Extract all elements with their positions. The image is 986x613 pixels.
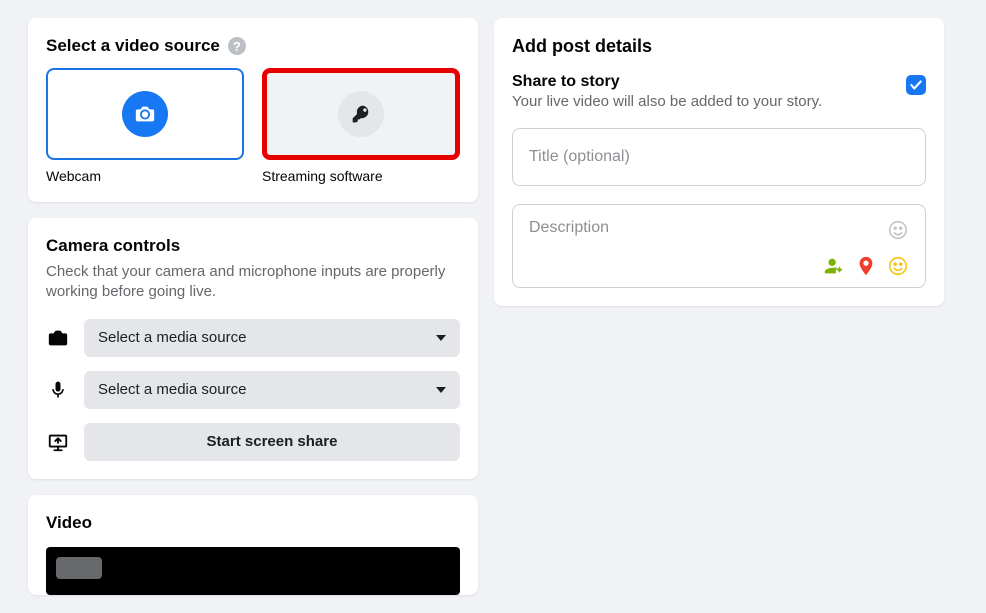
title-input[interactable]	[512, 128, 926, 186]
camera-controls-subtitle: Check that your camera and microphone in…	[46, 262, 460, 303]
post-details-title: Add post details	[512, 36, 926, 57]
camera-select[interactable]: Select a media source	[84, 319, 460, 357]
streaming-software-option[interactable]	[262, 68, 460, 160]
video-source-card: Select a video source ? Webcam	[28, 18, 478, 202]
microphone-select-label: Select a media source	[98, 381, 246, 398]
video-badge	[56, 557, 102, 579]
camera-icon	[122, 91, 168, 137]
description-box[interactable]: Description	[512, 204, 926, 288]
start-screen-share-button[interactable]: Start screen share	[84, 423, 460, 461]
camera-select-label: Select a media source	[98, 329, 246, 346]
emoji-icon[interactable]	[887, 219, 909, 241]
microphone-icon	[46, 380, 70, 400]
post-details-card: Add post details Share to story Your liv…	[494, 18, 944, 306]
start-screen-share-label: Start screen share	[207, 433, 338, 450]
camera-controls-title: Camera controls	[46, 236, 460, 256]
key-icon	[338, 91, 384, 137]
camera-controls-card: Camera controls Check that your camera a…	[28, 218, 478, 479]
feeling-icon[interactable]	[887, 255, 909, 277]
video-preview	[46, 547, 460, 595]
share-to-story-heading: Share to story	[512, 73, 906, 91]
camera-device-icon	[46, 327, 70, 349]
tag-people-icon[interactable]	[823, 255, 845, 277]
microphone-select[interactable]: Select a media source	[84, 371, 460, 409]
description-placeholder: Description	[529, 219, 609, 237]
help-icon[interactable]: ?	[228, 37, 246, 55]
streaming-software-label: Streaming software	[262, 168, 460, 184]
video-source-title: Select a video source	[46, 36, 220, 56]
share-to-story-checkbox[interactable]	[906, 75, 926, 95]
video-title: Video	[46, 513, 460, 533]
webcam-option[interactable]	[46, 68, 244, 160]
video-preview-card: Video	[28, 495, 478, 595]
check-icon	[909, 78, 923, 92]
webcam-label: Webcam	[46, 168, 244, 184]
screen-share-icon	[46, 431, 70, 453]
share-to-story-sub: Your live video will also be added to yo…	[512, 93, 906, 110]
chevron-down-icon	[436, 387, 446, 393]
chevron-down-icon	[436, 335, 446, 341]
location-icon[interactable]	[855, 255, 877, 277]
